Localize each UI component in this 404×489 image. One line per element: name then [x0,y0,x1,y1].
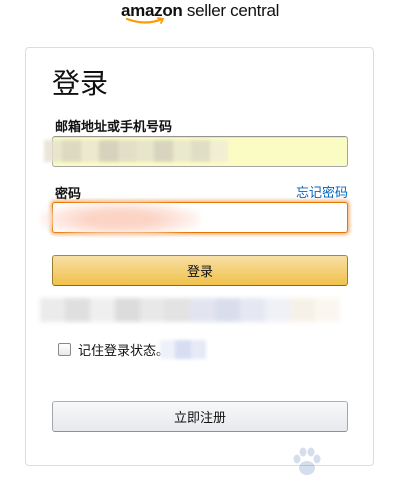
remember-me-row: 记住登录状态。 [58,340,169,359]
signin-button[interactable]: 登录 [52,255,348,286]
remember-me-checkbox[interactable] [58,343,71,356]
password-field[interactable] [52,202,348,233]
forgot-password-link[interactable]: 忘记密码 [296,182,348,201]
page-title: 登录 [52,67,109,100]
remember-me-label: 记住登录状态。 [78,344,170,359]
paw-icon [293,447,321,475]
password-label: 密码 [55,187,82,202]
amazon-seller-central-logo: amazon seller central [0,0,404,32]
email-field[interactable] [52,136,348,167]
logo-suffix-text: seller central [182,1,280,20]
watermark [290,444,400,484]
register-button[interactable]: 立即注册 [52,401,348,432]
amazon-smile-icon [126,17,165,24]
email-label: 邮箱地址或手机号码 [55,120,173,135]
